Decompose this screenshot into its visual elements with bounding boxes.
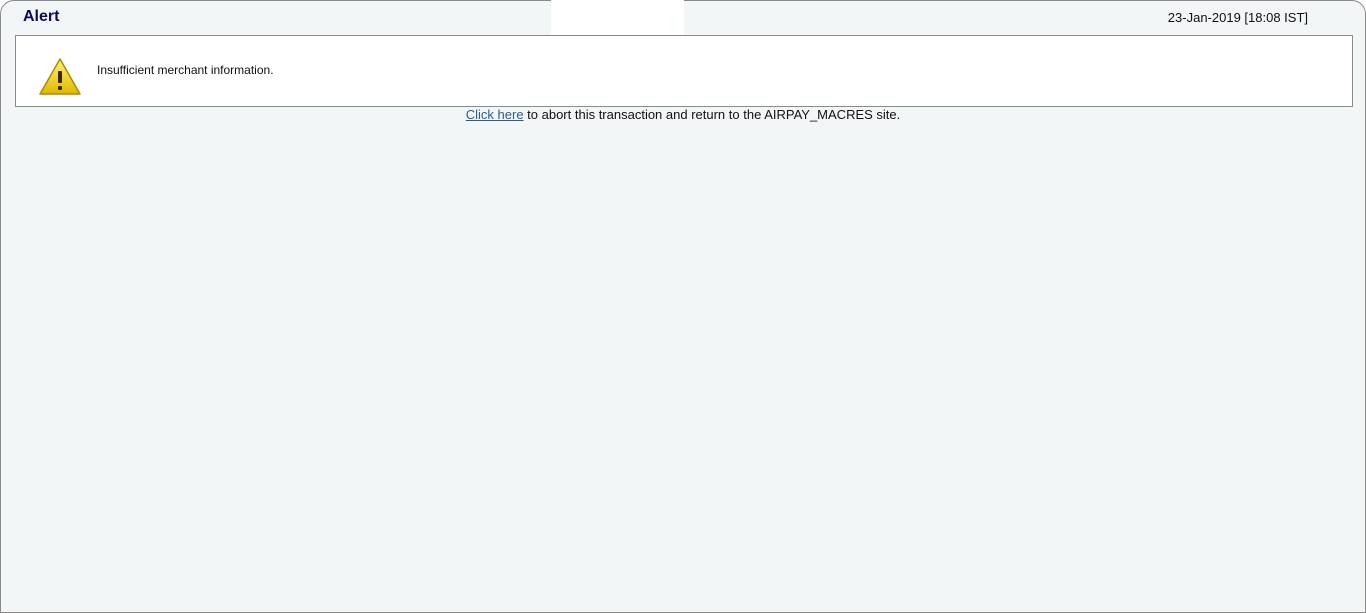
alert-box: Insufficient merchant information. (15, 35, 1353, 107)
abort-text: to abort this transaction and return to … (523, 107, 901, 122)
timestamp: 23-Jan-2019 [18:08 IST] (1167, 10, 1308, 25)
warning-icon (38, 57, 82, 97)
abort-link[interactable]: Click here (466, 107, 524, 122)
alert-message: Insufficient merchant information. (97, 63, 274, 77)
page-frame: Alert 23-Jan-2019 [18:08 IST] Insufficie… (0, 0, 1366, 613)
header-gap (551, 0, 684, 35)
page-title: Alert (23, 8, 60, 25)
abort-instructions: Click here to abort this transaction and… (1, 107, 1365, 122)
